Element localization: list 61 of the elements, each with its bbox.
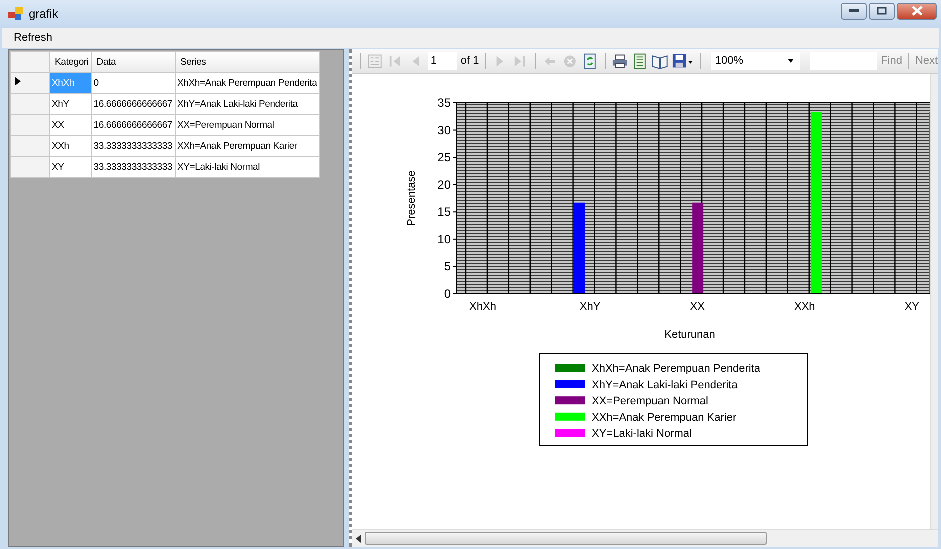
category-label: XXh: [794, 301, 816, 313]
close-button[interactable]: [897, 2, 937, 20]
maximize-button[interactable]: [869, 2, 895, 20]
book-icon[interactable]: [652, 52, 668, 70]
caret-icon: [788, 59, 794, 63]
tick-label: 0: [444, 287, 451, 301]
tick-label: 30: [438, 123, 451, 138]
zoom-dropdown[interactable]: 100%: [711, 52, 800, 70]
table-cell: 16.6666666666667: [91, 94, 175, 114]
table-cell: 16.6666666666667: [91, 114, 175, 136]
save-icon[interactable]: [672, 52, 694, 70]
refresh-icon[interactable]: [582, 52, 599, 70]
find-field[interactable]: [810, 52, 878, 70]
column-header[interactable]: Data: [91, 52, 175, 72]
table-cell: XhY: [50, 94, 92, 114]
page-number-field[interactable]: 1: [428, 52, 457, 70]
row-header[interactable]: [10, 72, 50, 94]
minimize-button[interactable]: [841, 2, 867, 20]
close-icon: [912, 6, 922, 16]
column-header[interactable]: Kategori: [50, 52, 92, 72]
category-label: XhXh: [470, 301, 496, 313]
window-title: grafik: [29, 7, 58, 21]
table-cell: 0: [91, 72, 175, 94]
axis-title: Presentase: [406, 170, 418, 226]
table-cell: XhXh=Anak Perempuan Penderita: [175, 72, 320, 94]
tick-label: 35: [438, 96, 451, 110]
category-label: XhY: [580, 301, 601, 313]
legend-label: XXh=Anak Perempuan Karier: [592, 412, 737, 424]
table-cell: XhXh: [50, 72, 92, 94]
tick-label: 15: [438, 205, 451, 220]
page-icon[interactable]: [632, 52, 648, 70]
horizontal-scrollbar[interactable]: [352, 529, 938, 547]
scroll-left-icon[interactable]: [356, 534, 361, 542]
minimize-icon: [849, 9, 859, 13]
table-cell: XY: [50, 156, 92, 178]
table-cell: XhY=Anak Laki-laki Penderita: [175, 94, 320, 114]
page-count: of 1: [460, 55, 480, 67]
table-cell: XX: [50, 114, 92, 136]
category-label: XX: [690, 301, 705, 313]
printer-icon[interactable]: [612, 52, 628, 70]
tick-label: 20: [438, 178, 451, 192]
legend-label: XY=Laki-laki Normal: [592, 428, 692, 440]
table-cell: 33.3333333333333: [91, 156, 175, 178]
table-cell: XY=Laki-laki Normal: [175, 156, 320, 178]
table-cell: XXh: [50, 136, 92, 156]
vertical-scrollbar[interactable]: [930, 74, 938, 529]
legend-label: XX=Perempuan Normal: [592, 396, 708, 408]
table-cell: XX=Perempuan Normal: [175, 114, 320, 136]
app-icon: [8, 7, 24, 21]
tick-label: 25: [438, 150, 451, 165]
tick-label: 10: [438, 232, 451, 246]
column-header[interactable]: Series: [175, 52, 320, 72]
table-cell: XXh=Anak Perempuan Karier: [175, 136, 320, 156]
maximize-icon: [877, 7, 887, 15]
table-cell: 33.3333333333333: [91, 136, 175, 156]
legend-label: XhXh=Anak Perempuan Penderita: [592, 363, 760, 375]
tick-label: 5: [444, 260, 451, 274]
legend-label: XhY=Anak Laki-laki Penderita: [592, 379, 738, 392]
axis-title: Keturunan: [664, 329, 716, 341]
menu-item[interactable]: Refresh: [10, 30, 57, 46]
category-label: XY: [904, 301, 920, 313]
